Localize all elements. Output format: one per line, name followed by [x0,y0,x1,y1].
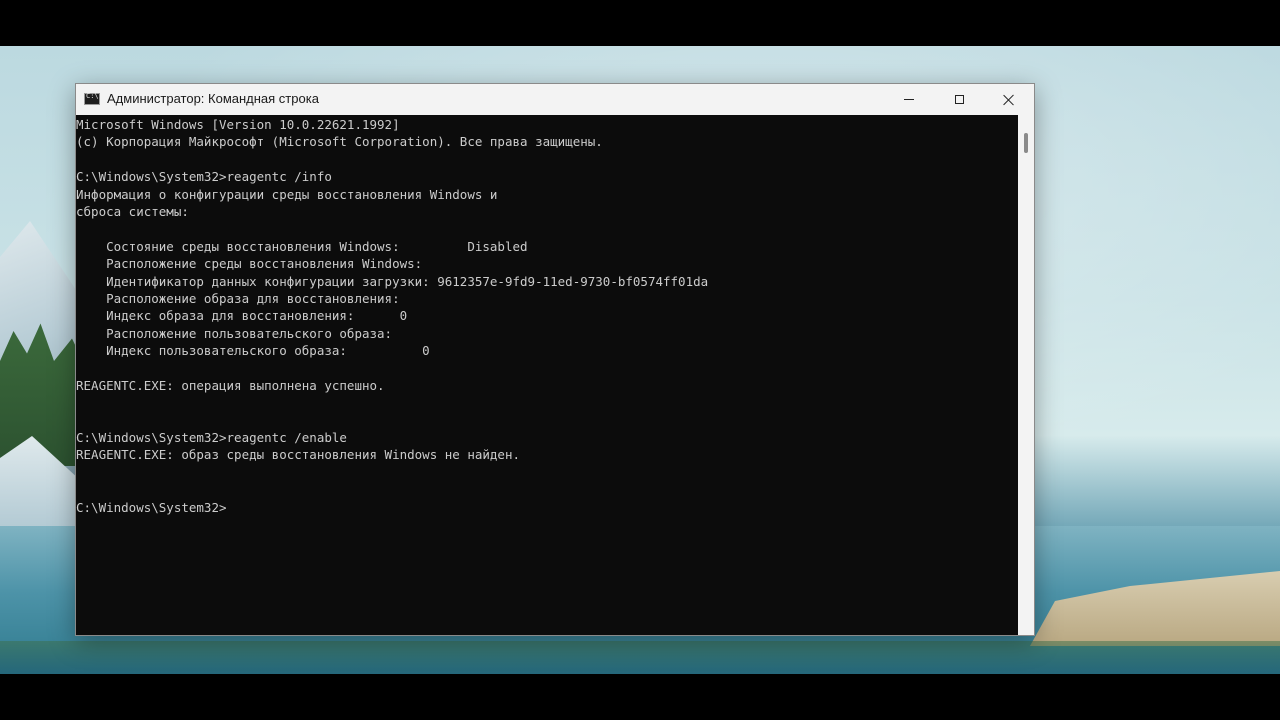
wallpaper-reflection [0,641,1280,674]
console-line: C:\Windows\System32>reagentc /info [76,169,332,185]
maximize-button[interactable] [936,84,982,115]
command-prompt-line[interactable]: C:\Windows\System32> [76,499,1018,516]
cmd-icon[interactable] [84,92,100,105]
title-bar[interactable]: Администратор: Командная строка [76,84,1034,115]
console-line: REAGENTC.EXE: операция выполнена успешно… [76,377,385,393]
minimize-button[interactable] [886,84,932,115]
console-line: Microsoft Windows [Version 10.0.22621.19… [76,117,400,132]
vertical-scrollbar[interactable] [1018,115,1034,635]
close-icon [1003,94,1015,106]
console-line: Индекс пользовательского образа: 0 [76,343,430,359]
console-line: (c) Корпорация Майкрософт (Microsoft Cor… [76,134,603,150]
letterbox-bottom [0,674,1280,720]
window-title: Администратор: Командная строка [107,91,319,106]
console-output[interactable]: Microsoft Windows [Version 10.0.22621.19… [76,115,1018,635]
console-line: Индекс образа для восстановления: 0 [76,308,408,324]
minimize-icon [904,99,914,100]
console-line: Идентификатор данных конфигурации загруз… [76,273,709,289]
console-line: Состояние среды восстановления Windows: … [76,238,528,254]
console-line: REAGENTC.EXE: образ среды восстановления… [76,447,521,463]
maximize-icon [954,95,964,104]
console-line: Расположение образа для восстановления: [76,290,400,306]
letterbox-top [0,0,1280,46]
console-line: Расположение пользовательского образа: [76,325,393,341]
close-button[interactable] [986,84,1032,115]
console-line: C:\Windows\System32>reagentc /enable [76,430,347,446]
command-prompt-window[interactable]: Администратор: Командная строка Microsof… [75,83,1035,636]
console-line: Информация о конфигурации среды восстано… [76,186,498,202]
console-line: Расположение среды восстановления Window… [76,256,423,272]
scrollbar-thumb[interactable] [1024,133,1028,153]
console-line: сброса системы: [76,203,189,219]
